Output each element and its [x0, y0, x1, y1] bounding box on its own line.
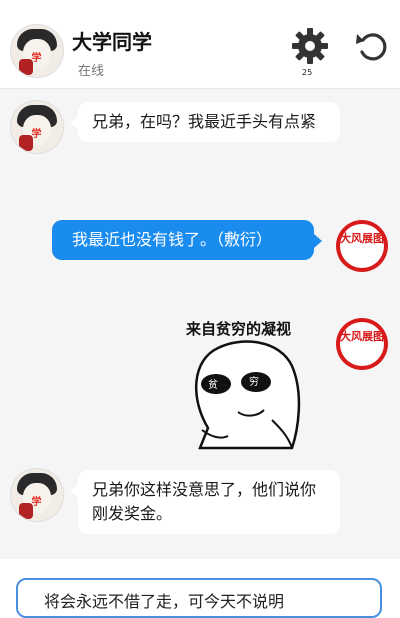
chat-header: 学 大学同学 在线 25	[0, 0, 400, 89]
message-bubble-self: 我最近也没有钱了。（敷衍）	[52, 220, 322, 260]
sticker-eye-right: 穷	[249, 377, 259, 388]
contact-avatar[interactable]: 学	[10, 24, 64, 78]
settings-badge: 25	[302, 68, 313, 77]
refresh-icon[interactable]	[354, 28, 390, 64]
message-input[interactable]: 将会永远不借了走，可今天不说明	[16, 578, 382, 618]
composer: 将会永远不借了走，可今天不说明	[0, 560, 400, 618]
online-status: 在线	[78, 64, 105, 79]
self-avatar[interactable]: 大风展图	[336, 220, 388, 272]
contact-avatar-message[interactable]: 学	[10, 468, 64, 522]
message-bubble: 兄弟，在吗？我最近手头有点紧	[70, 102, 340, 142]
gear-icon[interactable]	[290, 26, 330, 66]
sticker-eye-left: 贫	[208, 380, 218, 391]
message-bubble: 兄弟你这样没意思了，他们说你刚发奖金。	[70, 470, 340, 534]
sticker-image[interactable]	[180, 318, 310, 458]
self-avatar[interactable]: 大风展图	[336, 318, 388, 370]
sticker-caption: 来自贫穷的凝视	[186, 320, 292, 338]
contact-avatar-message[interactable]: 学	[10, 100, 64, 154]
chat-title: 大学同学	[72, 30, 152, 54]
